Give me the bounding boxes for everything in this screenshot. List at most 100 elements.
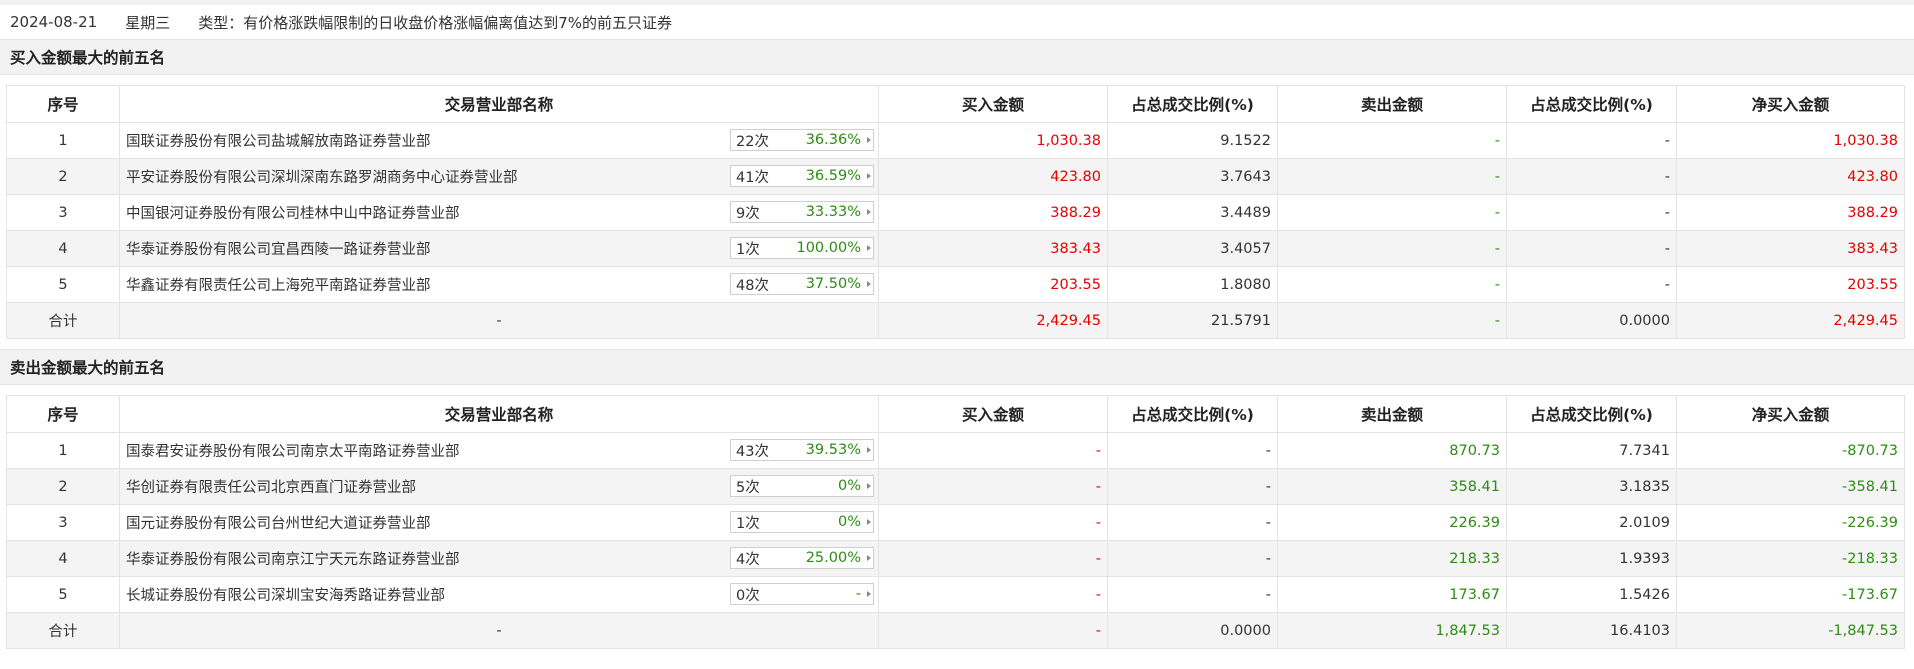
sell-amount: 226.39 (1277, 504, 1507, 541)
branch-cell: 华泰证券股份有限公司宜昌西陵一路证券营业部 1次 100.00% (119, 230, 879, 267)
total-net-amount: 2,429.45 (1676, 302, 1905, 339)
branch-name-link[interactable]: 中国银河证券股份有限公司桂林中山中路证券营业部 (126, 202, 460, 223)
branch-name-link[interactable]: 华泰证券股份有限公司南京江宁天元东路证券营业部 (126, 548, 460, 569)
buy-ratio: 3.7643 (1107, 158, 1278, 195)
win-rate: 0% (837, 514, 861, 530)
listing-count: 0次 (736, 587, 760, 604)
net-amount: 203.55 (1676, 266, 1905, 303)
col-net-amount: 净买入金额 (1676, 85, 1905, 123)
buy-amount: - (878, 540, 1108, 577)
win-rate: - (855, 586, 861, 602)
total-label: 合计 (6, 302, 120, 339)
sell-amount: - (1277, 230, 1507, 267)
row-index: 3 (6, 194, 120, 231)
branch-history-badge[interactable]: 9次 33.33% (730, 201, 874, 223)
table-row: 2 平安证券股份有限公司深圳深南东路罗湖商务中心证券营业部 41次 36.59% 423… (6, 158, 1905, 195)
col-branch-name: 交易营业部名称 (119, 395, 879, 433)
branch-cell: 国泰君安证券股份有限公司南京太平南路证券营业部 43次 39.53% (119, 432, 879, 469)
sell-ratio: 1.5426 (1506, 576, 1677, 613)
list-type: 类型：有价格涨跌幅限制的日收盘价格涨幅偏离值达到7%的前五只证券 (198, 13, 673, 32)
branch-name-link[interactable]: 国泰君安证券股份有限公司南京太平南路证券营业部 (126, 440, 460, 461)
branch-cell: 国元证券股份有限公司台州世纪大道证券营业部 1次 0% (119, 504, 879, 541)
total-buy-ratio: 21.5791 (1107, 302, 1278, 339)
branch-name-link[interactable]: 长城证券股份有限公司深圳宝安海秀路证券营业部 (126, 584, 445, 605)
net-amount: -173.67 (1676, 576, 1905, 613)
col-buy-amount: 买入金额 (878, 395, 1108, 433)
branch-history-badge[interactable]: 1次 0% (730, 511, 874, 533)
branch-history-badge[interactable]: 22次 36.36% (730, 129, 874, 151)
net-amount: 1,030.38 (1676, 122, 1905, 159)
weekday: 星期三 (125, 13, 171, 32)
listing-count: 43次 (736, 443, 769, 460)
win-rate: 39.53% (805, 442, 861, 458)
table-row: 3 中国银河证券股份有限公司桂林中山中路证券营业部 9次 33.33% 388.29 3.… (6, 194, 1905, 231)
branch-name-link[interactable]: 华创证券有限责任公司北京西直门证券营业部 (126, 476, 416, 497)
branch-cell: 华创证券有限责任公司北京西直门证券营业部 5次 0% (119, 468, 879, 505)
buy-amount: 383.43 (878, 230, 1108, 267)
branch-cell: 华鑫证券有限责任公司上海宛平南路证券营业部 48次 37.50% (119, 266, 879, 303)
buy-ratio: - (1107, 504, 1278, 541)
caret-right-icon (864, 584, 873, 604)
table-header-row: 序号 交易营业部名称 买入金额 占总成交比例(%) 卖出金额 占总成交比例(%)… (6, 85, 1905, 123)
win-rate: 36.59% (805, 168, 861, 184)
net-amount: 388.29 (1676, 194, 1905, 231)
table-header-row: 序号 交易营业部名称 买入金额 占总成交比例(%) 卖出金额 占总成交比例(%)… (6, 395, 1905, 433)
caret-right-icon (864, 476, 873, 496)
sell-amount: - (1277, 194, 1507, 231)
col-net-amount: 净买入金额 (1676, 395, 1905, 433)
buy-ratio: - (1107, 468, 1278, 505)
branch-name-link[interactable]: 华泰证券股份有限公司宜昌西陵一路证券营业部 (126, 238, 431, 259)
win-rate: 100.00% (796, 240, 861, 256)
col-sell-ratio: 占总成交比例(%) (1506, 395, 1677, 433)
branch-history-badge[interactable]: 4次 25.00% (730, 547, 874, 569)
sell-amount: - (1277, 122, 1507, 159)
branch-cell: 平安证券股份有限公司深圳深南东路罗湖商务中心证券营业部 41次 36.59% (119, 158, 879, 195)
branch-name-link[interactable]: 国元证券股份有限公司台州世纪大道证券营业部 (126, 512, 431, 533)
branch-history-badge[interactable]: 41次 36.59% (730, 165, 874, 187)
col-branch-name: 交易营业部名称 (119, 85, 879, 123)
table-row: 1 国泰君安证券股份有限公司南京太平南路证券营业部 43次 39.53% - -870.7… (6, 432, 1905, 469)
sell-ratio: 1.9393 (1506, 540, 1677, 577)
sell-top5-table: 序号 交易营业部名称 买入金额 占总成交比例(%) 卖出金额 占总成交比例(%)… (6, 395, 1905, 649)
branch-name-link[interactable]: 国联证券股份有限公司盐城解放南路证券营业部 (126, 130, 431, 151)
listing-count: 4次 (736, 551, 760, 568)
buy-amount: 388.29 (878, 194, 1108, 231)
listing-count: 48次 (736, 277, 769, 294)
table-row: 5 长城证券股份有限公司深圳宝安海秀路证券营业部 0次 - - -173.67 1.5426… (6, 576, 1905, 613)
listing-count: 41次 (736, 169, 769, 186)
buy-ratio: 3.4057 (1107, 230, 1278, 267)
buy-top5-table: 序号 交易营业部名称 买入金额 占总成交比例(%) 卖出金额 占总成交比例(%)… (6, 85, 1905, 339)
col-index: 序号 (6, 395, 120, 433)
listing-count: 1次 (736, 515, 760, 532)
branch-history-badge[interactable]: 43次 39.53% (730, 439, 874, 461)
branch-history-badge[interactable]: 48次 37.50% (730, 273, 874, 295)
sell-amount: 870.73 (1277, 432, 1507, 469)
sell-ratio: - (1506, 266, 1677, 303)
buy-amount: 203.55 (878, 266, 1108, 303)
caret-right-icon (864, 274, 873, 294)
table-row: 2 华创证券有限责任公司北京西直门证券营业部 5次 0% - -358.41 3.1835-… (6, 468, 1905, 505)
branch-history-badge[interactable]: 1次 100.00% (730, 237, 874, 259)
win-rate: 25.00% (805, 550, 861, 566)
caret-right-icon (864, 130, 873, 150)
sell-ratio: - (1506, 158, 1677, 195)
total-sell-amount: - (1277, 302, 1507, 339)
branch-history-badge[interactable]: 0次 - (730, 583, 874, 605)
buy-amount: 423.80 (878, 158, 1108, 195)
total-row: 合计 -2,429.45 21.5791-0.0000 2,429.45 (6, 302, 1905, 339)
buy-ratio: - (1107, 540, 1278, 577)
buy-section-title: 买入金额最大的前五名 (0, 39, 1914, 75)
branch-name-link[interactable]: 华鑫证券有限责任公司上海宛平南路证券营业部 (126, 274, 431, 295)
sell-ratio: - (1506, 194, 1677, 231)
col-buy-ratio: 占总成交比例(%) (1107, 395, 1278, 433)
table-row: 4 华泰证券股份有限公司南京江宁天元东路证券营业部 4次 25.00% - -218.33… (6, 540, 1905, 577)
net-amount: 423.80 (1676, 158, 1905, 195)
listing-count: 1次 (736, 241, 760, 258)
caret-right-icon (864, 548, 873, 568)
buy-amount: - (878, 468, 1108, 505)
branch-name-link[interactable]: 平安证券股份有限公司深圳深南东路罗湖商务中心证券营业部 (126, 166, 518, 187)
sell-amount: 218.33 (1277, 540, 1507, 577)
row-index: 4 (6, 540, 120, 577)
col-index: 序号 (6, 85, 120, 123)
branch-history-badge[interactable]: 5次 0% (730, 475, 874, 497)
